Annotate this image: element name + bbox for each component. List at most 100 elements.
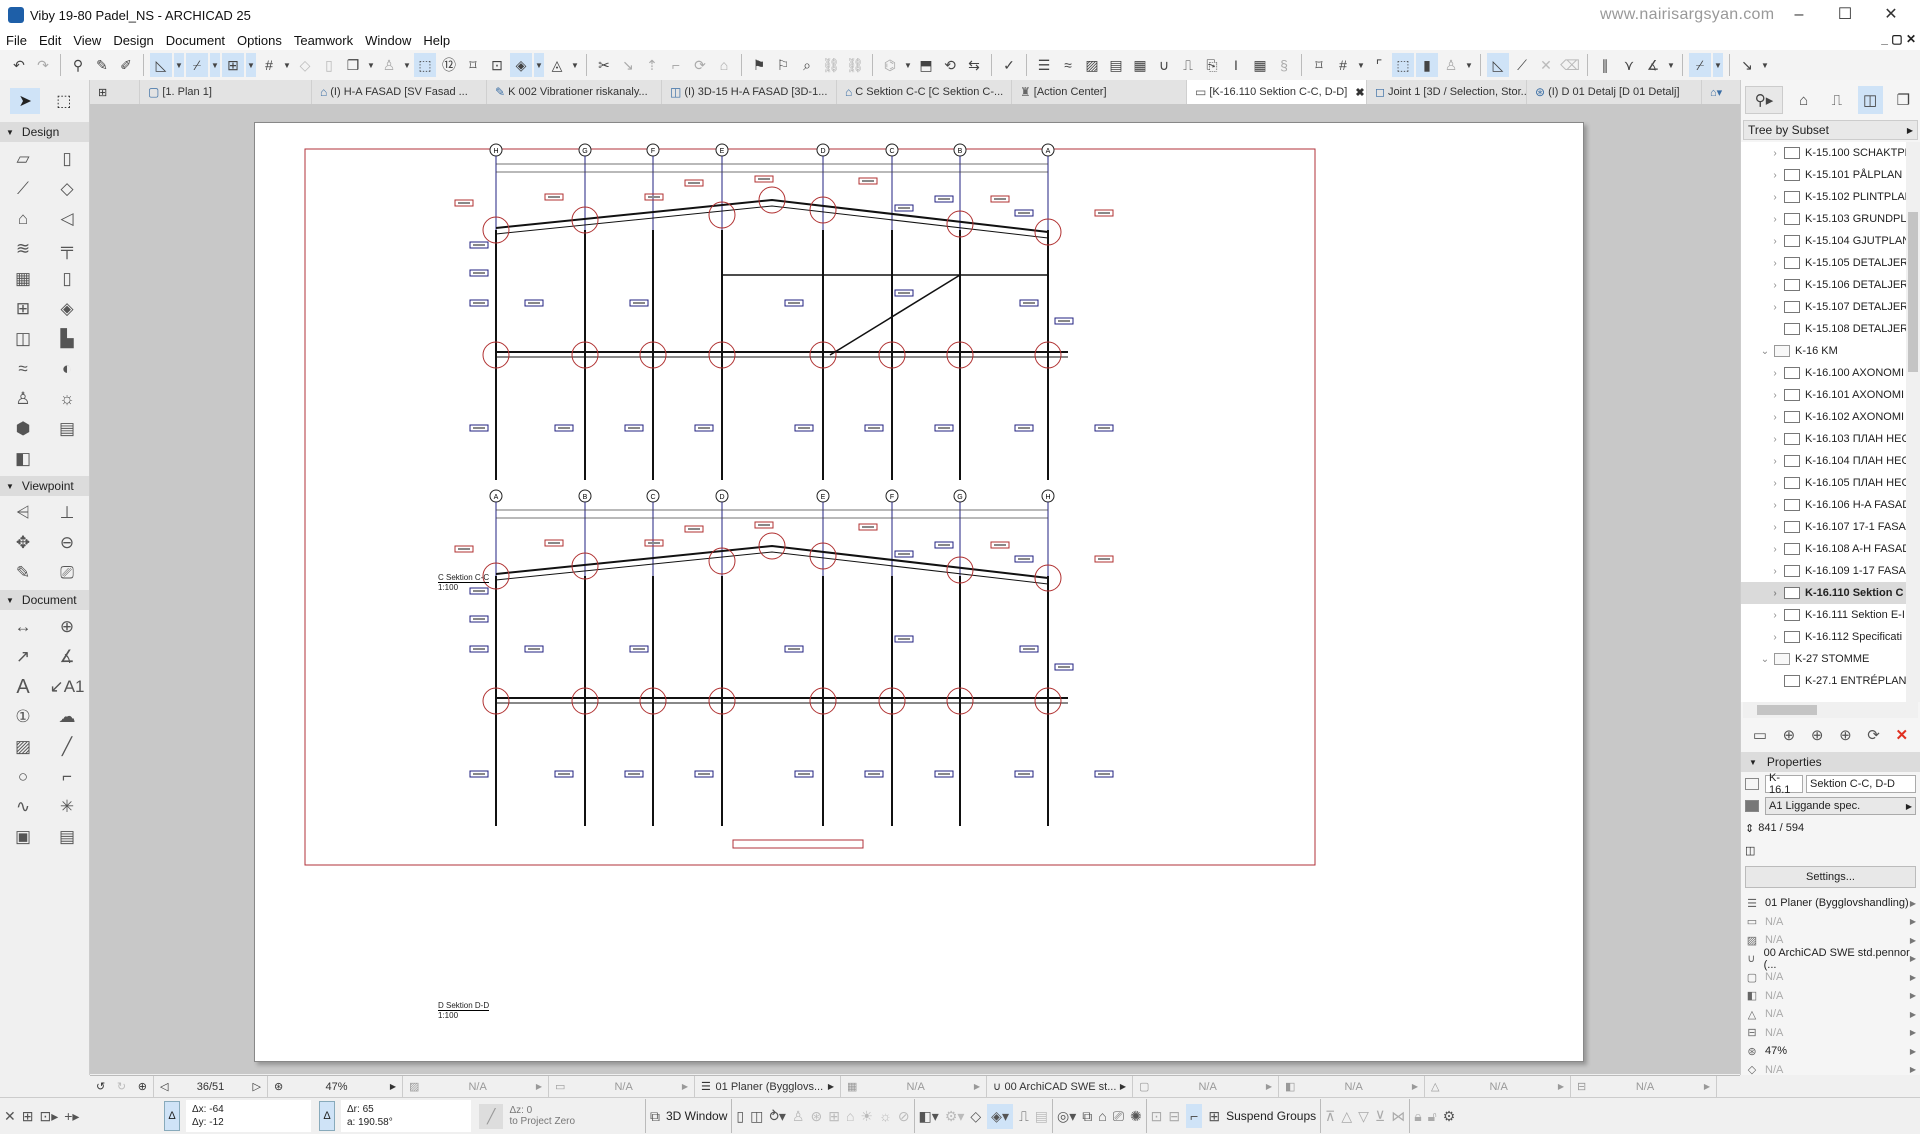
wall-tool-icon[interactable]: ▱	[1, 144, 45, 174]
group-icon[interactable]: ⊡	[1151, 1108, 1163, 1125]
chevron-down-icon[interactable]: ▼	[1713, 53, 1723, 77]
chevron-down-icon[interactable]: ▼	[1464, 53, 1474, 77]
tab-layout-active[interactable]: ▭ [K-16.110 Sektion C-C, D-D] ✖	[1187, 80, 1367, 104]
worksheet-tool-icon[interactable]: ⊖	[45, 528, 89, 558]
3d-window-button[interactable]: ⧉ 3D Window	[645, 1099, 731, 1133]
chevron-down-icon[interactable]: ▼	[366, 53, 376, 77]
offset-icon[interactable]: ↘	[617, 53, 639, 77]
line-types-icon[interactable]: ≈	[1057, 53, 1079, 77]
layout-trace-icon[interactable]: ❐	[342, 53, 364, 77]
redo-icon[interactable]: ↷	[32, 53, 54, 77]
spline-tool-icon[interactable]: ∿	[1, 792, 45, 822]
view-property-row[interactable]: ▢ N/A ▶	[1741, 968, 1920, 987]
chevron-down-icon[interactable]: ▼	[1666, 53, 1676, 77]
revision-cloud-tool-icon[interactable]: ☁	[45, 702, 89, 732]
chevron-right-icon[interactable]: ›	[1769, 148, 1781, 159]
snap-guides-icon[interactable]: ⌿	[186, 53, 208, 77]
status-cell-structure[interactable]: ⊟ N/A ▶	[1571, 1075, 1717, 1098]
camera-tool-icon[interactable]: ⎚	[45, 558, 89, 588]
unlink-icon[interactable]: ⛓	[844, 53, 866, 77]
reserve-icon[interactable]: ⚙	[1443, 1108, 1456, 1125]
menu-teamwork[interactable]: Teamwork	[288, 33, 359, 48]
chevron-right-icon[interactable]: ›	[1769, 390, 1781, 401]
chevron-right-icon[interactable]: ›	[1769, 456, 1781, 467]
slab-tool-icon[interactable]: ◇	[45, 174, 89, 204]
stretch-icon[interactable]: ⇡	[641, 53, 663, 77]
label-tool-icon[interactable]: ↙A1	[45, 672, 89, 702]
grid-snap-icon[interactable]: #	[258, 53, 280, 77]
object-tool-icon[interactable]: ♙	[1, 384, 45, 414]
chevron-right-icon[interactable]: ›	[1769, 412, 1781, 423]
menu-file[interactable]: File	[0, 33, 33, 48]
tree-item[interactable]: › K-16.111 Sektion E-I	[1741, 604, 1920, 626]
house-render-icon[interactable]: ⌂	[1098, 1108, 1106, 1124]
tree-item[interactable]: › K-16.106 H-A FASAD	[1741, 494, 1920, 516]
grid-display-icon[interactable]: ⊞	[22, 1108, 34, 1125]
menu-document[interactable]: Document	[160, 33, 231, 48]
tree-item[interactable]: › K-16.103 ПЛАН НЕС	[1741, 428, 1920, 450]
new-subset-icon[interactable]: ⊕	[1839, 726, 1852, 744]
layout-name-field[interactable]: Sektion C-C, D-D	[1806, 775, 1916, 793]
layout-settings-icon[interactable]: ▭	[1753, 726, 1767, 744]
trace-icon[interactable]: ▯	[318, 53, 340, 77]
chevron-right-icon[interactable]: ›	[1769, 434, 1781, 445]
check-icon[interactable]: ✓	[998, 53, 1020, 77]
chevron-right-icon[interactable]: ›	[1769, 192, 1781, 203]
surface-icon[interactable]: ▤	[1035, 1108, 1048, 1125]
ruler-icon[interactable]: ⌜	[1368, 53, 1390, 77]
pick-up-icon[interactable]: ✎	[91, 53, 113, 77]
person-icon[interactable]: ♙	[1440, 53, 1462, 77]
tree-item[interactable]: › K-16.110 Sektion C	[1741, 582, 1920, 604]
ungroup-icon[interactable]: ⊟	[1168, 1108, 1180, 1125]
chevron-right-icon[interactable]: ›	[1769, 368, 1781, 379]
tree-item[interactable]: › K-16.100 AXONOMI	[1741, 362, 1920, 384]
send-backward-icon[interactable]: ▽	[1358, 1108, 1369, 1125]
3d-style-icon[interactable]: ◈▾	[987, 1103, 1013, 1129]
z-line-icon[interactable]: ╱	[479, 1103, 504, 1129]
radial-dimension-tool-icon[interactable]: ↗	[1, 642, 45, 672]
view-property-row[interactable]: ∪ 00 ArchiCAD SWE std.pennor (... ▶	[1741, 947, 1920, 971]
relative-lock-icon[interactable]: Δ	[164, 1101, 180, 1131]
menu-design[interactable]: Design	[107, 33, 159, 48]
tree-horizontal-scrollbar[interactable]	[1743, 702, 1918, 718]
layout-canvas[interactable]: H G F E D C B A A B C D E F G H C Sektion C-C 1:100 D S…	[90, 104, 1740, 1074]
minimize-button[interactable]: –	[1776, 0, 1822, 30]
sun-study-icon[interactable]: ✺	[1130, 1108, 1142, 1125]
chevron-down-icon[interactable]: ▼	[1760, 53, 1770, 77]
tab-section[interactable]: ⌂ C Sektion C-C [C Sektion C-...	[837, 80, 1012, 104]
view-property-row[interactable]: △ N/A ▶	[1741, 1005, 1920, 1024]
reference-label[interactable]: to Project Zero	[509, 1116, 575, 1127]
scrollbar-thumb[interactable]	[1908, 212, 1918, 372]
link-icon[interactable]: ⛓	[820, 53, 842, 77]
cut-icon[interactable]: ⊘	[898, 1108, 910, 1125]
tab-elevation[interactable]: ⌂ (I) H-A FASAD [SV Fasad ...	[312, 80, 487, 104]
guide-icon[interactable]: ◺	[1487, 53, 1509, 77]
chevron-right-icon[interactable]: ›	[1769, 302, 1781, 313]
circle-tool-icon[interactable]: ○	[1, 762, 45, 792]
close-icon[interactable]: ✕	[4, 1108, 16, 1125]
chevron-right-icon[interactable]: ›	[1769, 632, 1781, 643]
update-icon[interactable]: ⟳	[1867, 726, 1880, 744]
tree-item[interactable]: › K-16.104 ПЛАН НЕС	[1741, 450, 1920, 472]
column-tool-icon[interactable]: ▯	[45, 144, 89, 174]
view-property-row[interactable]: ▭ N/A ▶	[1741, 913, 1920, 932]
angle-dimension-tool-icon[interactable]: ∡	[45, 642, 89, 672]
railing-tool-icon[interactable]: ╤	[45, 234, 89, 264]
opening-tool-icon[interactable]: ◧	[1, 444, 45, 474]
arrow-tool-icon[interactable]: ➤	[10, 88, 41, 114]
chevron-right-icon[interactable]: ›	[1769, 522, 1781, 533]
hotspot-tool-icon[interactable]: ✳	[45, 792, 89, 822]
pens-icon[interactable]: ∪	[1153, 53, 1175, 77]
zone-tool-icon[interactable]: ▙	[45, 324, 89, 354]
snap-point-icon[interactable]: ⌿	[1689, 53, 1711, 77]
corner-window-tool-icon[interactable]: ◫	[1, 324, 45, 354]
status-cell-override[interactable]: ◧ N/A ▶	[1279, 1075, 1425, 1098]
chevron-right-icon[interactable]: ›	[1769, 500, 1781, 511]
magic-wand-icon[interactable]: ⌐	[1186, 1104, 1203, 1128]
bring-to-front-icon[interactable]: ⊼	[1325, 1108, 1335, 1125]
explore-icon[interactable]: ⊛	[810, 1108, 822, 1125]
curtain-wall-tool-icon[interactable]: ▦	[1, 264, 45, 294]
polar-coordinates[interactable]: Δr: 65 a: 190.58°	[341, 1100, 471, 1132]
measure-icon[interactable]: ⟋	[1511, 53, 1533, 77]
light-icon[interactable]: ☀	[860, 1108, 873, 1125]
